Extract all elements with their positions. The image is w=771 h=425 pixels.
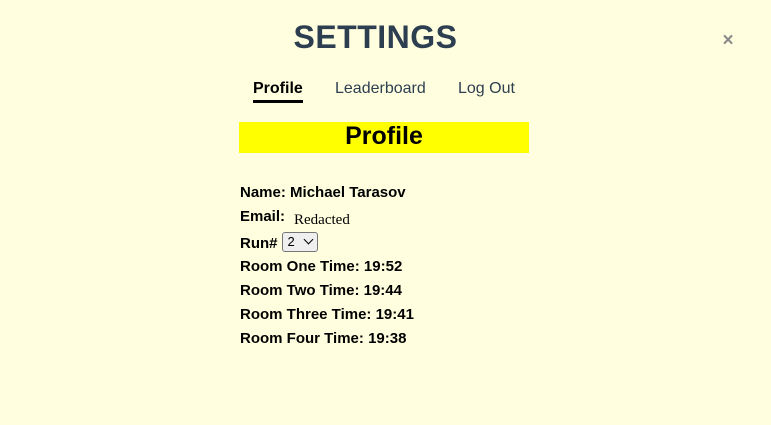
settings-tabs: Profile Leaderboard Log Out [0,79,771,105]
room-four-label: Room Four Time: [240,330,364,347]
room-two-label: Room Two Time: [240,282,360,299]
room-four-row: Room Four Time: 19:38 [240,330,406,348]
name-value: Michael Tarasov [290,184,406,201]
name-label: Name: [240,184,286,201]
room-two-time: 19:44 [363,282,402,299]
run-row: Run# 2 [240,232,318,254]
email-value: Redacted [294,212,350,228]
room-two-row: Room Two Time: 19:44 [240,282,402,300]
email-row: Email: Redacted [240,208,350,228]
room-four-time: 19:38 [368,330,407,347]
tab-leaderboard[interactable]: Leaderboard [335,79,426,98]
run-label: Run# [240,234,278,252]
room-one-label: Room One Time: [240,258,360,275]
room-three-time: 19:41 [375,306,414,323]
run-select[interactable]: 2 [281,232,318,252]
settings-title: SETTINGS [293,19,458,55]
run-selected-value: 2 [287,234,295,249]
tab-profile[interactable]: Profile [253,79,303,103]
room-one-time: 19:52 [363,258,403,275]
name-row: Name: Michael Tarasov [240,184,406,202]
chevron-down-icon [303,234,313,245]
room-three-label: Room Three Time: [240,306,372,323]
room-three-row: Room Three Time: 19:41 [240,306,414,324]
close-icon[interactable]: × [718,30,738,52]
tab-log-out[interactable]: Log Out [458,79,515,98]
room-one-row: Room One Time: 19:52 [240,258,402,276]
profile-heading: Profile [239,122,529,153]
email-label: Email: [240,208,286,225]
